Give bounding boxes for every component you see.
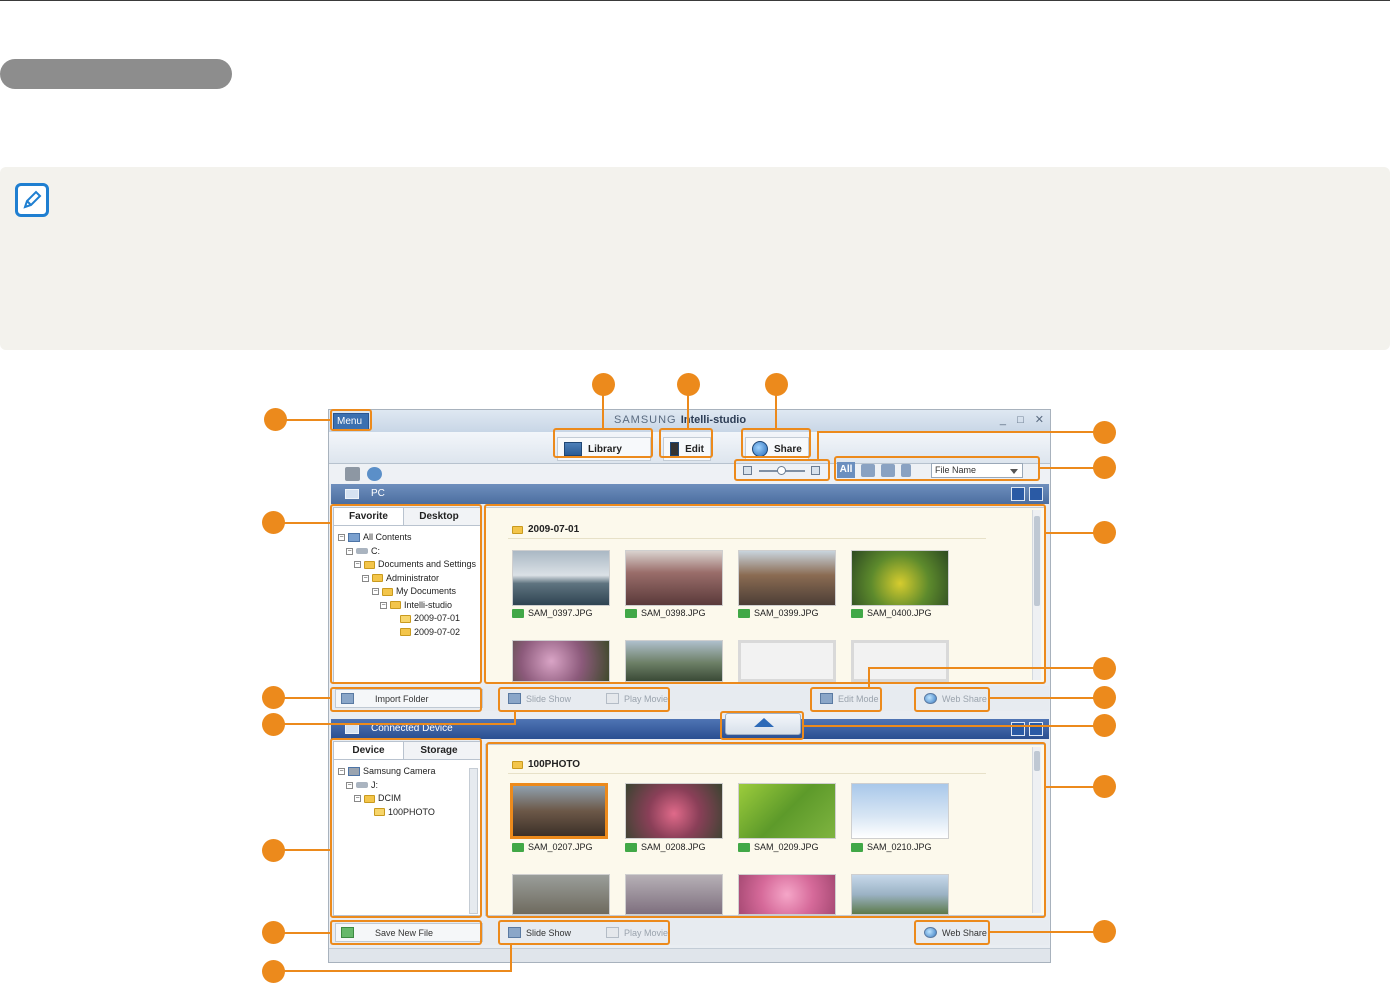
leader-line [284,697,330,699]
leader-line [818,431,1094,433]
leader-line [868,667,870,688]
section-heading-pill [0,59,232,89]
highlight-pc-tree [330,504,482,684]
device-pane-header: Connected Device [331,719,1049,739]
leader-line [284,849,330,851]
leader-line [510,944,512,972]
leader-line [1046,532,1094,534]
highlight-save [330,920,482,945]
leader-line [804,725,1094,727]
callout-zoom [1093,421,1116,444]
leader-line [286,419,330,421]
highlight-edit [659,428,713,458]
leader-line [990,931,1094,933]
callout-device-webshare [1093,920,1116,943]
search-icon[interactable] [367,467,382,481]
leader-line [284,522,330,524]
leader-line [514,711,516,724]
callout-pc-tree [262,511,285,534]
monitor-icon [345,489,359,499]
highlight-zoom [734,459,830,481]
callout-pc-webshare [1093,686,1116,709]
leader-line [817,431,819,460]
manual-page: Menu › SAMSUNG Intelli-studio _ □ ✕ Libr… [0,0,1390,984]
leader-line [284,723,516,725]
window-controls[interactable]: _ □ ✕ [1000,413,1048,426]
highlight-library [553,428,653,458]
highlight-device-tree [330,738,482,918]
leader-line [284,932,330,934]
leader-line [687,395,689,429]
callout-filters [1093,456,1116,479]
leader-line [775,395,777,429]
highlight-device-webshare [914,920,990,945]
callout-pc-playback [262,713,285,736]
callout-share [765,373,788,396]
highlight-filters [834,456,1040,481]
highlight-share [741,428,811,458]
highlight-pc-webshare [914,687,990,712]
leader-line [284,970,512,972]
highlight-import [330,687,482,712]
callout-save [262,921,285,944]
top-rule [0,0,1390,1]
callout-toggle [1093,714,1116,737]
highlight-pc-thumbs [484,504,1046,684]
pane-maximize-button[interactable] [1029,487,1043,501]
callout-edit [677,373,700,396]
callout-device-thumbs [1093,775,1116,798]
highlight-device-thumbs [486,742,1046,918]
callout-library [592,373,615,396]
callout-import [262,686,285,709]
callout-device-tree [262,839,285,862]
status-bar [329,948,1050,962]
highlight-menu [330,409,372,431]
highlight-edit-mode [810,687,882,712]
leader-line [869,667,1094,669]
pane-minimize-button[interactable] [1011,487,1025,501]
print-icon[interactable] [345,467,360,481]
callout-edit-mode [1093,657,1116,680]
leader-line [990,697,1094,699]
pc-pane-header: PC [331,484,1049,504]
camera-icon [345,724,359,734]
callout-menu [264,408,287,431]
highlight-toggle [720,711,804,740]
note-pencil-icon [15,183,49,217]
callout-device-playback [262,960,285,983]
app-brand: SAMSUNG Intelli-studio [614,414,747,426]
leader-line [602,395,604,429]
highlight-device-playback [498,920,670,945]
leader-line [1046,786,1094,788]
note-box [0,167,1390,350]
callout-pc-thumbs [1093,521,1116,544]
leader-line [1040,467,1094,469]
highlight-pc-playback [498,687,670,712]
